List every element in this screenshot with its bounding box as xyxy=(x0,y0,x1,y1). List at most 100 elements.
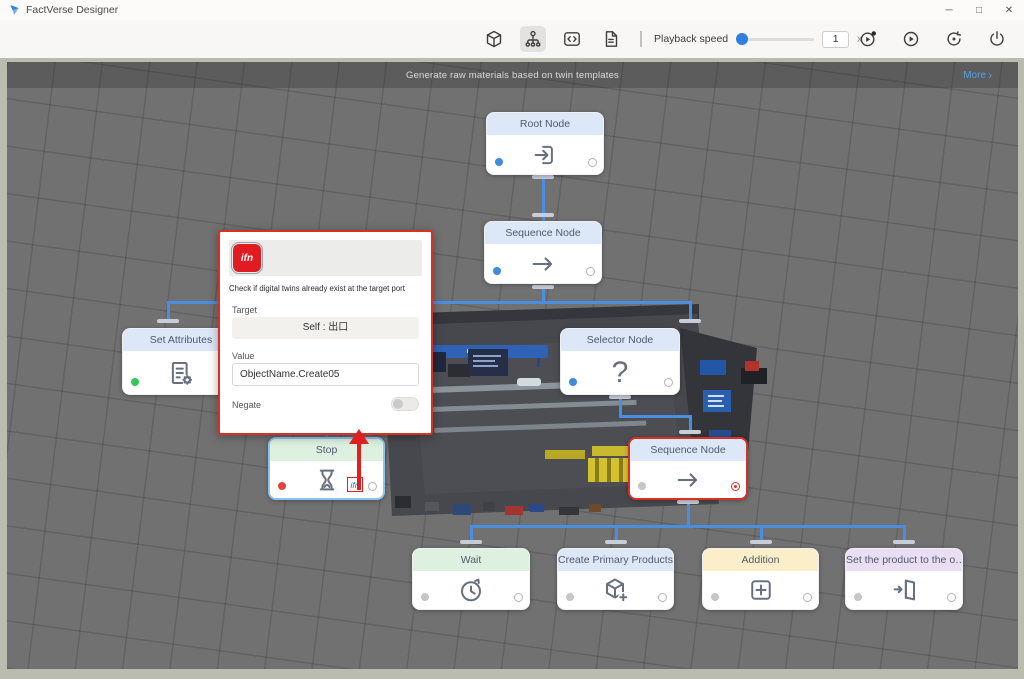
connector-line xyxy=(689,415,692,430)
cube-plus-icon xyxy=(601,575,631,605)
title-bar: FactVerse Designer ─□✕ xyxy=(0,0,1024,20)
connector-tick xyxy=(609,395,631,399)
connector-line xyxy=(167,301,170,319)
connector-tick xyxy=(532,175,554,179)
node-body xyxy=(413,571,529,609)
output-port[interactable] xyxy=(658,593,667,602)
output-port[interactable] xyxy=(731,482,740,491)
status-dot xyxy=(493,267,501,275)
node-addition[interactable]: Addition xyxy=(702,548,819,610)
ifn-condition-icon[interactable]: ifn xyxy=(233,244,261,272)
connector-line xyxy=(619,415,691,418)
maximize-button[interactable]: □ xyxy=(964,0,994,20)
node-body xyxy=(558,571,673,609)
connector-tick xyxy=(679,430,701,434)
annotation-arrow-head-icon xyxy=(349,429,369,444)
toolbar-right-tools xyxy=(855,20,1010,58)
node-body xyxy=(485,244,601,283)
cube-icon xyxy=(484,29,504,49)
node-title: Root Node xyxy=(487,113,603,135)
status-dot xyxy=(854,593,862,601)
output-port[interactable] xyxy=(586,267,595,276)
output-port[interactable] xyxy=(588,158,597,167)
output-port[interactable] xyxy=(514,593,523,602)
value-input[interactable] xyxy=(232,363,419,386)
node-sequence-1[interactable]: Sequence Node xyxy=(484,221,602,284)
window-controls: ─□✕ xyxy=(934,0,1024,20)
more-label: More xyxy=(963,70,986,81)
chevron-right-icon: › xyxy=(988,69,992,81)
status-dot xyxy=(566,593,574,601)
slider-knob-icon[interactable] xyxy=(736,33,748,45)
target-label: Target xyxy=(232,305,257,315)
app-logo-icon xyxy=(9,4,20,16)
node-body xyxy=(270,461,383,498)
more-link[interactable]: More › xyxy=(963,62,992,88)
document-icon xyxy=(601,29,621,49)
node-title: Addition xyxy=(703,549,818,571)
run-tool[interactable] xyxy=(898,26,924,52)
connector-tick xyxy=(460,540,482,544)
node-title: Set the product to the o… xyxy=(846,549,962,571)
negate-label: Negate xyxy=(232,400,261,410)
output-port[interactable] xyxy=(947,593,956,602)
close-button[interactable]: ✕ xyxy=(994,0,1024,20)
dialog-description: Check if digital twins already exist at … xyxy=(229,284,422,293)
node-set-product-output[interactable]: Set the product to the o… xyxy=(845,548,963,610)
factverse-designer-window: FactVerse Designer ─□✕ Playback speed x … xyxy=(0,0,1024,679)
output-port[interactable] xyxy=(664,378,673,387)
debug-run-tool[interactable] xyxy=(855,26,881,52)
node-title: Selector Node xyxy=(561,329,679,351)
debug-play-icon xyxy=(858,29,878,49)
playback-speed-label: Playback speed xyxy=(654,33,728,45)
node-selector[interactable]: Selector Node? xyxy=(560,328,680,395)
status-dot xyxy=(638,482,646,490)
mission-text: Generate raw materials based on twin tem… xyxy=(406,70,619,81)
node-graph-canvas[interactable]: Generate raw materials based on twin tem… xyxy=(7,62,1018,669)
connector-line xyxy=(619,399,622,415)
node-title: Sequence Node xyxy=(630,439,746,461)
negate-toggle[interactable] xyxy=(391,397,419,411)
connector-line xyxy=(470,525,905,528)
viewport-frame: Generate raw materials based on twin tem… xyxy=(0,58,1024,679)
plus-square-icon xyxy=(746,575,776,605)
connector-tick xyxy=(605,540,627,544)
connector-tick xyxy=(157,319,179,323)
node-stop[interactable]: Stopifn xyxy=(268,437,385,500)
node-create-primary-products[interactable]: Create Primary Products xyxy=(557,548,674,610)
toggle-knob-icon xyxy=(393,399,403,409)
output-port[interactable] xyxy=(803,593,812,602)
question-icon: ? xyxy=(612,358,629,388)
document-tool[interactable] xyxy=(598,26,624,52)
reset-tool[interactable] xyxy=(941,26,967,52)
target-field[interactable]: Self : 出口 xyxy=(232,317,419,339)
node-wait[interactable]: Wait xyxy=(412,548,530,610)
minimize-button[interactable]: ─ xyxy=(934,0,964,20)
node-root[interactable]: Root Node xyxy=(486,112,604,175)
node-body: ? xyxy=(561,351,679,394)
connector-line xyxy=(689,301,692,319)
output-port[interactable] xyxy=(368,482,377,491)
mission-banner: Generate raw materials based on twin tem… xyxy=(7,62,1018,88)
connector-line xyxy=(760,525,763,540)
node-sequence-2[interactable]: Sequence Node xyxy=(628,437,748,500)
node-body xyxy=(630,461,746,498)
connector-line xyxy=(903,525,906,540)
flow-tree-icon xyxy=(523,29,543,49)
node-body xyxy=(487,135,603,174)
node-title: Sequence Node xyxy=(485,222,601,244)
behavior-tree-tool[interactable] xyxy=(520,26,546,52)
node-body xyxy=(846,571,962,609)
node-title: Wait xyxy=(413,549,529,571)
power-tool[interactable] xyxy=(984,26,1010,52)
status-dot xyxy=(278,482,286,490)
power-icon xyxy=(987,29,1007,49)
model-cube-tool[interactable] xyxy=(481,26,507,52)
connector-tick xyxy=(532,213,554,217)
playback-speed-input[interactable] xyxy=(822,31,849,48)
toolbar-divider xyxy=(640,31,642,47)
playback-speed-slider[interactable] xyxy=(736,38,814,41)
script-tool[interactable] xyxy=(559,26,585,52)
connector-line xyxy=(615,525,618,540)
hourglass-icon xyxy=(312,465,342,495)
